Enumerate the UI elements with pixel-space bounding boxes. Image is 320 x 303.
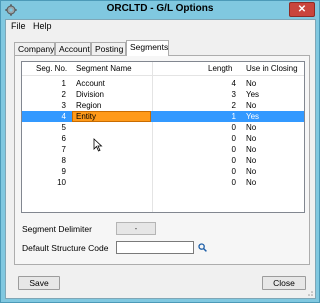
use-in-closing-cell[interactable]: No <box>246 78 256 89</box>
length-cell[interactable]: 4 <box>202 78 236 89</box>
segment-name-cell[interactable]: Entity <box>76 112 96 121</box>
column-header-length[interactable]: Length <box>208 64 232 73</box>
seg-no-cell: 8 <box>61 156 66 165</box>
seg-no-cell: 9 <box>61 167 66 176</box>
default-structure-code-input[interactable] <box>116 241 194 254</box>
magnifier-icon[interactable] <box>198 243 207 252</box>
segment-name-cell[interactable]: Account <box>76 78 105 89</box>
length-cell[interactable]: 0 <box>202 155 236 166</box>
segment-delimiter-label: Segment Delimiter <box>22 224 92 234</box>
menu-help[interactable]: Help <box>33 21 52 31</box>
table-row[interactable]: 7 0 No <box>22 144 304 155</box>
length-cell[interactable]: 0 <box>202 166 236 177</box>
options-window: ORCLTD - G/L Options ✕ File Help Company… <box>0 0 320 303</box>
seg-no-cell: 3 <box>61 101 66 110</box>
use-in-closing-cell[interactable]: Yes <box>246 111 259 122</box>
table-row-selected[interactable]: 4 Entity 1 Yes <box>22 111 304 122</box>
seg-no-cell: 10 <box>57 178 66 187</box>
seg-no-cell: 6 <box>61 134 66 143</box>
save-button[interactable]: Save <box>18 276 60 290</box>
default-structure-code-label: Default Structure Code <box>22 243 109 253</box>
use-in-closing-cell[interactable]: No <box>246 144 256 155</box>
length-cell[interactable]: 0 <box>202 177 236 188</box>
segment-name-editor[interactable]: Entity <box>72 111 151 122</box>
table-row[interactable]: 10 0 No <box>22 177 304 188</box>
segments-grid[interactable]: Seg. No. Segment Name Length Use in Clos… <box>21 61 305 213</box>
table-row[interactable]: 6 0 No <box>22 133 304 144</box>
use-in-closing-cell[interactable]: No <box>246 166 256 177</box>
use-in-closing-cell[interactable]: No <box>246 133 256 144</box>
column-header-use-in-closing[interactable]: Use in Closing <box>246 64 298 73</box>
menu-file[interactable]: File <box>11 21 26 31</box>
resize-grip-icon[interactable] <box>305 288 313 296</box>
grid-header: Seg. No. Segment Name Length Use in Clos… <box>22 62 304 76</box>
table-row[interactable]: 2 Division 3 Yes <box>22 89 304 100</box>
column-header-segment-name[interactable]: Segment Name <box>76 64 132 73</box>
segment-name-cell[interactable]: Division <box>76 89 104 100</box>
client-area: File Help Company Account Posting Segmen… <box>5 19 316 299</box>
length-cell[interactable]: 3 <box>202 89 236 100</box>
column-header-seg-no[interactable]: Seg. No. <box>36 64 67 73</box>
use-in-closing-cell[interactable]: No <box>246 177 256 188</box>
table-row[interactable]: 8 0 No <box>22 155 304 166</box>
window-close-button[interactable]: ✕ <box>289 2 315 17</box>
seg-no-cell: 4 <box>61 112 66 121</box>
table-row[interactable]: 9 0 No <box>22 166 304 177</box>
length-cell[interactable]: 2 <box>202 100 236 111</box>
close-button[interactable]: Close <box>262 276 306 290</box>
segment-name-cell[interactable]: Region <box>76 100 101 111</box>
seg-no-cell: 5 <box>61 123 66 132</box>
window-title: ORCLTD - G/L Options <box>106 3 214 14</box>
pointer-cursor-icon <box>93 138 103 152</box>
table-row[interactable]: 3 Region 2 No <box>22 100 304 111</box>
use-in-closing-cell[interactable]: No <box>246 122 256 133</box>
length-cell[interactable]: 0 <box>202 133 236 144</box>
tab-account[interactable]: Account <box>55 42 91 55</box>
seg-no-cell: 1 <box>61 79 66 88</box>
tab-company[interactable]: Company <box>14 42 55 55</box>
length-cell[interactable]: 0 <box>202 122 236 133</box>
use-in-closing-cell[interactable]: Yes <box>246 89 259 100</box>
title-bar[interactable]: ORCLTD - G/L Options ✕ <box>1 1 319 19</box>
segment-delimiter-field: - <box>116 222 156 235</box>
seg-no-cell: 7 <box>61 145 66 154</box>
length-cell[interactable]: 1 <box>202 111 236 122</box>
tab-segments[interactable]: Segments <box>126 40 169 56</box>
length-cell[interactable]: 0 <box>202 144 236 155</box>
table-row[interactable]: 1 Account 4 No <box>22 78 304 89</box>
seg-no-cell: 2 <box>61 90 66 99</box>
table-row[interactable]: 5 0 No <box>22 122 304 133</box>
menu-bar: File Help <box>6 20 315 34</box>
use-in-closing-cell[interactable]: No <box>246 155 256 166</box>
use-in-closing-cell[interactable]: No <box>246 100 256 111</box>
tab-posting[interactable]: Posting <box>91 42 126 55</box>
